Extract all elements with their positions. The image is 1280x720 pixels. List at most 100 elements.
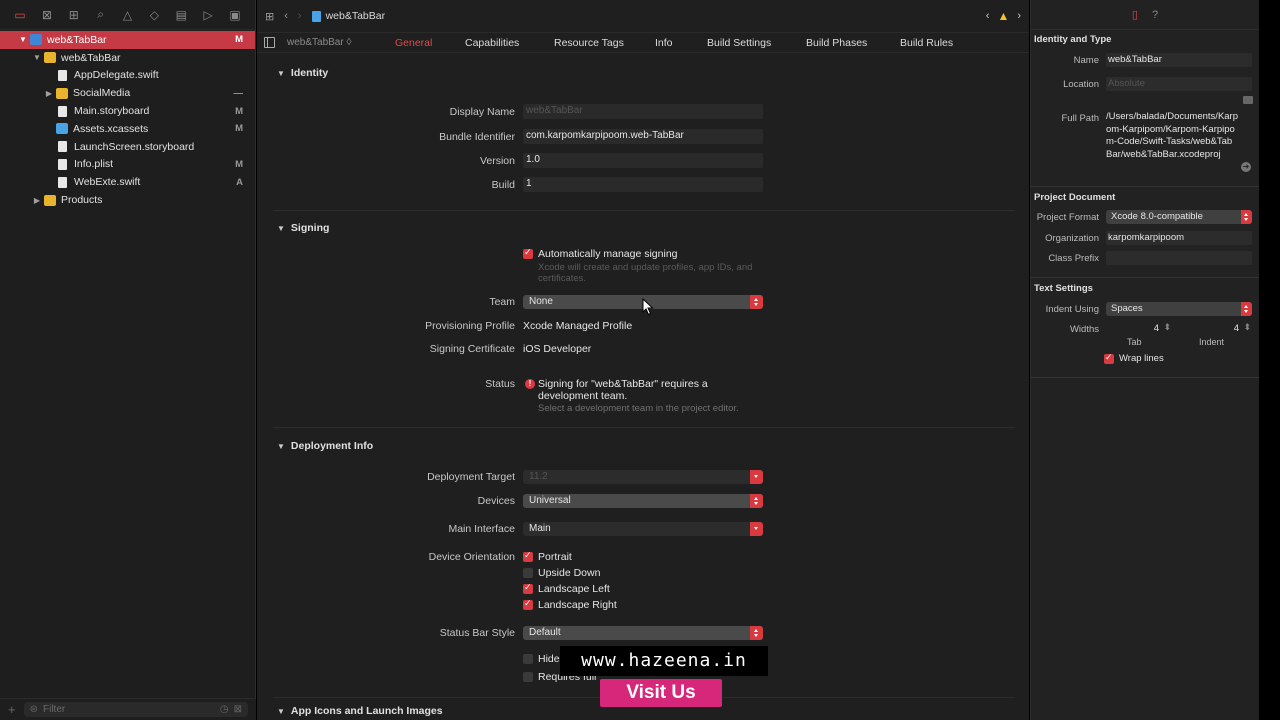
tree-item-file[interactable]: Info.plist M	[0, 156, 255, 174]
deployment-target-combo[interactable]: 11.2	[523, 470, 763, 484]
display-name-field[interactable]: web&TabBar	[523, 104, 763, 119]
tab-capabilities[interactable]: Capabilities	[465, 37, 519, 49]
general-settings: ▼ Identity Display Name web&TabBar Bundl…	[257, 55, 1029, 720]
class-prefix-label: Class Prefix	[1048, 253, 1099, 264]
disclosure-open-icon[interactable]: ▼	[18, 35, 28, 44]
tab-general[interactable]: General	[395, 37, 432, 49]
devices-popup[interactable]: Universal	[523, 494, 763, 508]
auto-signing-checkbox[interactable]	[523, 247, 533, 259]
test-icon[interactable]: ◇	[146, 7, 162, 23]
forward-arrow-icon[interactable]: ›	[298, 10, 302, 22]
reveal-arrow-icon[interactable]: ➔	[1241, 162, 1251, 172]
tab-build-rules[interactable]: Build Rules	[900, 37, 953, 49]
project-icon	[30, 34, 42, 46]
visit-us-banner[interactable]: Visit Us	[600, 679, 722, 707]
watermark-site: www.hazeena.in	[560, 646, 768, 676]
indent-width-stepper[interactable]: 4	[1209, 322, 1253, 336]
tree-item-file[interactable]: AppDelegate.swift	[0, 67, 255, 85]
deployment-section-header[interactable]: ▼ Deployment Info	[277, 440, 373, 452]
add-icon[interactable]: +	[8, 702, 16, 717]
orientation-landscape-right-checkbox[interactable]	[523, 598, 533, 610]
next-issue-icon[interactable]: ›	[1017, 10, 1021, 22]
organization-label: Organization	[1045, 233, 1099, 244]
related-items-icon[interactable]: ⊞	[265, 10, 274, 23]
disclosure-open-icon[interactable]: ▼	[32, 53, 42, 62]
folder-icon[interactable]	[1243, 96, 1253, 104]
filter-input[interactable]: ⊜ Filter ◷ ⊠	[23, 702, 248, 717]
identity-section-header[interactable]: ▼ Identity	[277, 67, 328, 79]
tab-build-phases[interactable]: Build Phases	[806, 37, 867, 49]
orientation-landscape-right-label: Landscape Right	[538, 599, 617, 611]
tree-item-group[interactable]: ▼ web&TabBar	[0, 49, 255, 67]
window-edge	[1259, 0, 1280, 720]
build-field[interactable]: 1	[523, 177, 763, 192]
disclosure-closed-icon[interactable]: ▶	[32, 196, 42, 205]
tree-item-group[interactable]: ▶ SocialMedia —	[0, 84, 255, 102]
class-prefix-field[interactable]	[1106, 251, 1252, 265]
scm-badge: —	[233, 87, 244, 99]
requires-full-screen-checkbox[interactable]	[523, 672, 533, 682]
full-path-value: /Users/balada/Documents/Karpom-Karpipom/…	[1106, 111, 1239, 160]
orientation-upside-down-checkbox[interactable]	[523, 568, 533, 578]
deployment-target-label: Deployment Target	[427, 471, 515, 483]
back-arrow-icon[interactable]: ‹	[284, 10, 288, 22]
tab-build-settings[interactable]: Build Settings	[707, 37, 771, 49]
main-interface-combo[interactable]: Main	[523, 522, 763, 536]
target-selector[interactable]: web&TabBar ◊	[287, 37, 351, 48]
debug-icon[interactable]: ▤	[173, 7, 189, 23]
location-popup[interactable]: Absolute	[1106, 77, 1252, 91]
swift-file-icon	[58, 69, 67, 81]
tree-item-project[interactable]: ▼ web&TabBar M	[0, 31, 255, 49]
version-field[interactable]: 1.0	[523, 153, 763, 168]
jump-bar-file[interactable]: web&TabBar	[311, 10, 386, 22]
build-label: Build	[491, 179, 515, 191]
tab-resource-tags[interactable]: Resource Tags	[554, 37, 624, 49]
app-icons-section-header[interactable]: ▼ App Icons and Launch Images	[277, 705, 443, 717]
warning-icon[interactable]: △	[120, 7, 136, 23]
previous-issue-icon[interactable]: ‹	[986, 10, 990, 22]
tree-item-group[interactable]: ▶ Products	[0, 191, 255, 209]
source-control-icon[interactable]: ⊠	[39, 7, 55, 23]
scm-filter-icon[interactable]: ⊠	[234, 704, 242, 715]
indent-using-popup[interactable]: Spaces	[1106, 302, 1252, 316]
tree-item-file[interactable]: LaunchScreen.storyboard	[0, 138, 255, 156]
name-field[interactable]: web&TabBar	[1106, 53, 1252, 67]
bundle-identifier-field[interactable]: com.karpomkarpipoom.web-TabBar	[523, 129, 763, 144]
auto-signing-hint: Xcode will create and update profiles, a…	[538, 262, 753, 284]
sidebar-toggle-icon[interactable]	[264, 37, 275, 48]
tab-caption: Tab	[1127, 337, 1142, 347]
project-format-popup[interactable]: Xcode 8.0-compatible	[1106, 210, 1252, 224]
breakpoint-icon[interactable]: ▷	[200, 7, 216, 23]
status-bar-style-popup[interactable]: Default	[523, 626, 763, 640]
tree-item-label: WebExte.swift	[74, 176, 141, 189]
folder-icon[interactable]: ▭	[12, 7, 28, 23]
organization-field[interactable]: karpomkarpipoom	[1106, 231, 1252, 245]
device-orientation-label: Device Orientation	[428, 551, 515, 563]
file-inspector-icon[interactable]: ▯	[1132, 8, 1138, 21]
symbol-icon[interactable]: ⊞	[66, 7, 82, 23]
tab-width-stepper[interactable]: 4	[1129, 322, 1173, 336]
tree-item-file[interactable]: Main.storyboard M	[0, 102, 255, 120]
full-path-label: Full Path	[1061, 113, 1100, 124]
status-label: Status	[485, 378, 515, 390]
orientation-landscape-left-checkbox[interactable]	[523, 582, 533, 594]
wrap-lines-checkbox[interactable]	[1104, 352, 1114, 364]
recent-icon[interactable]: ◷	[220, 704, 229, 715]
search-icon[interactable]: ⌕	[93, 7, 109, 23]
warning-icon[interactable]: ▲	[997, 9, 1009, 23]
hide-status-bar-checkbox[interactable]	[523, 654, 533, 664]
file-inspector: ▯ ? Identity and Type Name web&TabBar Lo…	[1030, 0, 1259, 720]
orientation-portrait-checkbox[interactable]	[523, 550, 533, 562]
tab-info[interactable]: Info	[655, 37, 673, 49]
tree-item-file[interactable]: Assets.xcassets M	[0, 120, 255, 138]
tree-item-label: web&TabBar	[47, 33, 107, 46]
plist-file-icon	[58, 158, 67, 170]
tree-item-file[interactable]: WebExte.swift A	[0, 173, 255, 191]
signing-section-header[interactable]: ▼ Signing	[277, 222, 329, 234]
disclosure-closed-icon[interactable]: ▶	[44, 89, 54, 98]
report-icon[interactable]: ▣	[227, 7, 243, 23]
quick-help-icon[interactable]: ?	[1152, 9, 1158, 21]
version-label: Version	[479, 155, 515, 167]
storyboard-file-icon	[58, 105, 67, 117]
jump-bar-file-label: web&TabBar	[325, 10, 386, 22]
